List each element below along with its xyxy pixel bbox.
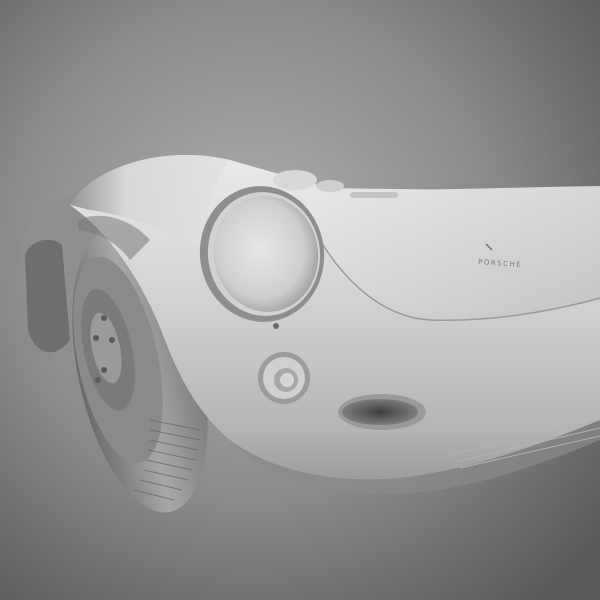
air-intake [338,394,426,430]
render-viewport: PORSCHE [0,0,600,600]
car-render-image: PORSCHE [0,0,600,600]
fog-light [258,352,310,404]
